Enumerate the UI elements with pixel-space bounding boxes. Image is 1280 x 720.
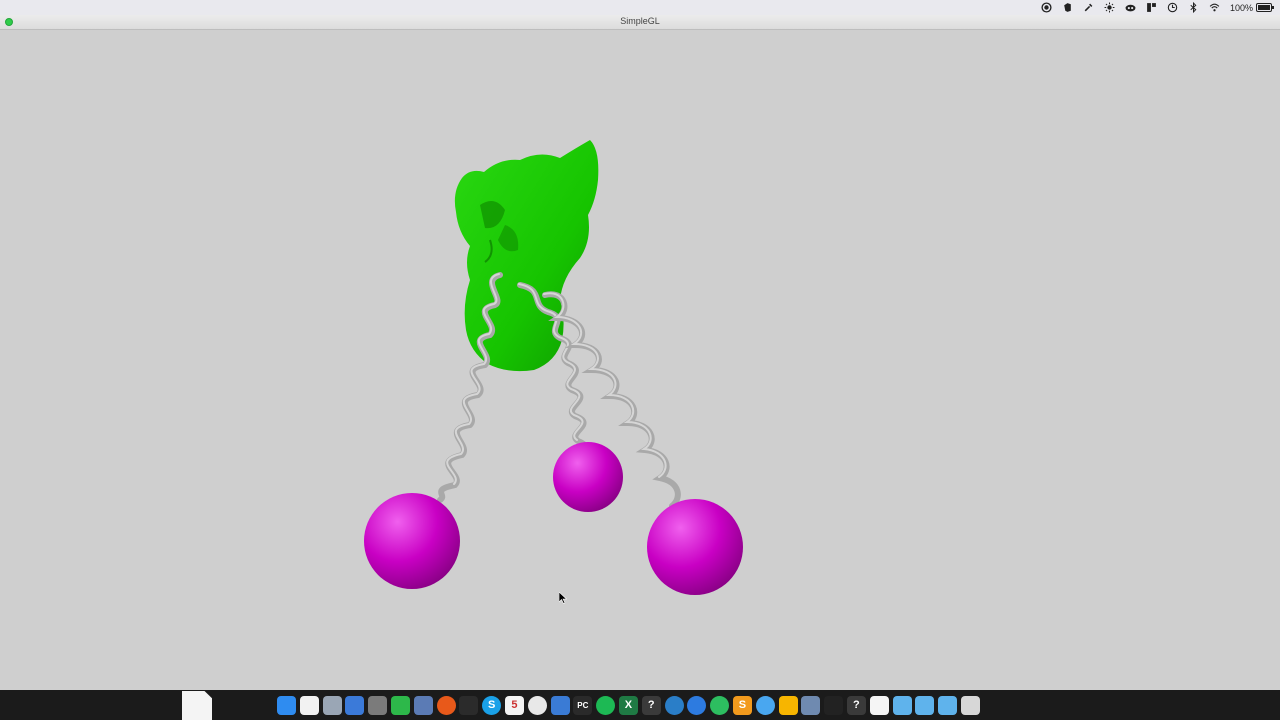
folder-downloads-icon[interactable] xyxy=(892,695,912,715)
help-viewer-icon[interactable]: ? xyxy=(846,695,866,715)
documents-icon[interactable] xyxy=(299,695,319,715)
image-capture-icon[interactable] xyxy=(413,695,433,715)
bluetooth-icon[interactable] xyxy=(1188,2,1199,13)
dock-apps: S 5 PC X? S? xyxy=(277,692,980,718)
console-icon[interactable] xyxy=(824,695,844,715)
help-icon[interactable]: ? xyxy=(641,695,661,715)
terminal-icon[interactable] xyxy=(459,695,479,715)
creative-cloud-icon[interactable] xyxy=(1125,2,1136,13)
menu-bar: 100% xyxy=(0,0,1280,16)
status-area: 100% xyxy=(1041,0,1274,15)
evernote-icon[interactable] xyxy=(1062,2,1073,13)
evernote-icon[interactable] xyxy=(710,695,730,715)
system-preferences-icon[interactable] xyxy=(368,695,388,715)
window-title: SimpleGL xyxy=(620,16,660,26)
remote-desktop-icon[interactable] xyxy=(801,695,821,715)
mass-left xyxy=(364,493,460,589)
battery-percent: 100% xyxy=(1229,2,1253,13)
document-thumbnail[interactable] xyxy=(182,691,212,720)
wifi-icon[interactable] xyxy=(1209,2,1220,13)
brightness-icon[interactable] xyxy=(1104,2,1115,13)
edge-icon[interactable] xyxy=(664,695,684,715)
mouse-cursor-icon xyxy=(559,592,567,604)
calendar-icon[interactable]: 5 xyxy=(504,695,524,715)
sketch-icon[interactable] xyxy=(778,695,798,715)
battery-icon xyxy=(1256,3,1274,12)
split-icon[interactable] xyxy=(1146,2,1157,13)
mass-middle xyxy=(553,442,623,512)
folder-applications-icon[interactable] xyxy=(938,695,958,715)
battery-indicator[interactable]: 100% xyxy=(1229,2,1274,13)
scene-canvas xyxy=(364,140,743,595)
record-icon[interactable] xyxy=(1041,2,1052,13)
firefox-icon[interactable] xyxy=(436,695,456,715)
sublime-icon[interactable]: S xyxy=(732,695,752,715)
skype-icon[interactable]: S xyxy=(482,695,502,715)
folder-icon[interactable] xyxy=(915,695,935,715)
gl-viewport[interactable] xyxy=(0,30,1280,690)
messages-icon[interactable] xyxy=(755,695,775,715)
preview-icon[interactable] xyxy=(322,695,342,715)
chrome-icon[interactable] xyxy=(527,695,547,715)
launchpad-icon[interactable] xyxy=(345,695,365,715)
trash-icon[interactable] xyxy=(960,695,980,715)
signal-icon[interactable] xyxy=(687,695,707,715)
eyedropper-icon[interactable] xyxy=(1083,2,1094,13)
green-cat-model xyxy=(454,140,599,372)
xcode-icon[interactable] xyxy=(550,695,570,715)
finder-icon[interactable] xyxy=(277,695,296,715)
mass-right xyxy=(647,499,743,595)
spotify-icon[interactable] xyxy=(596,695,616,715)
excel-icon[interactable]: X xyxy=(618,695,638,715)
pycharm-icon[interactable]: PC xyxy=(573,695,593,715)
window-titlebar[interactable]: SimpleGL xyxy=(0,15,1280,30)
file-icon[interactable] xyxy=(869,695,889,715)
time-machine-icon[interactable] xyxy=(1167,2,1178,13)
facetime-icon[interactable] xyxy=(390,695,410,715)
